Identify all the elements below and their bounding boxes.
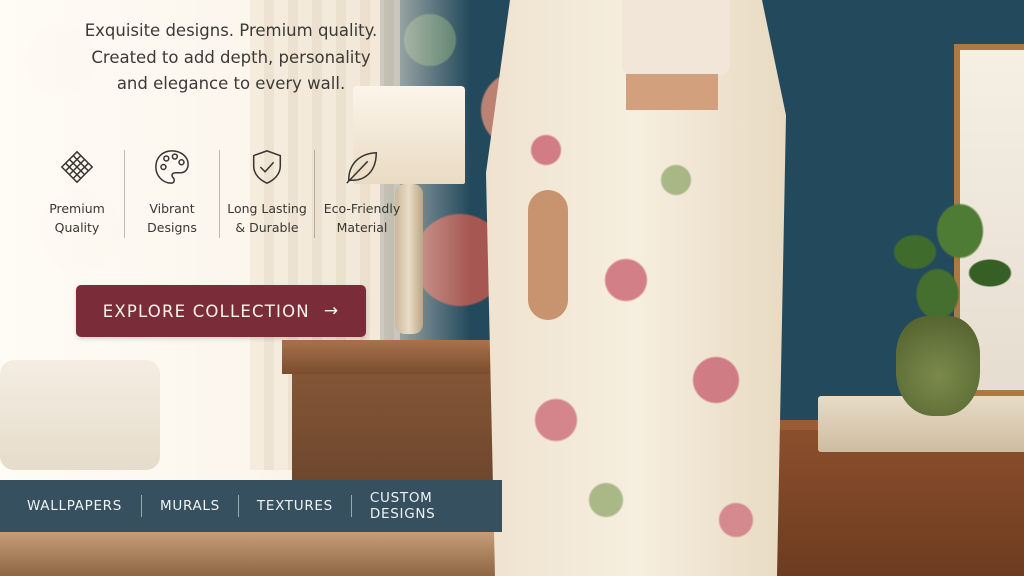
feature-vibrant-designs: Vibrant Designs [125,146,219,246]
feature-label: Eco-Friendly Material [323,201,401,235]
explore-collection-button[interactable]: EXPLORE COLLECTION → [76,285,366,337]
nav-item-murals[interactable]: MURALS [160,498,220,514]
feature-label: Long Lasting & Durable [227,201,307,235]
sofa [0,360,160,470]
model-top [622,0,730,76]
tagline-line-2: Created to add depth, personality [91,47,371,67]
feature-long-lasting: Long Lasting & Durable [220,146,314,246]
nav-divider [237,495,239,517]
nav-divider [350,495,352,517]
cta-label: EXPLORE COLLECTION [102,301,310,321]
tagline: Exquisite designs. Premium quality. Crea… [40,18,422,98]
arrow-right-icon: → [323,301,340,321]
feature-eco-friendly: Eco-Friendly Material [315,146,409,246]
floor [0,530,520,576]
feature-premium-quality: Premium Quality [30,146,124,246]
feature-label: Vibrant Designs [147,201,197,235]
tagline-line-1: Exquisite designs. Premium quality. [84,21,378,40]
glass-vase [896,316,980,416]
nav-item-textures[interactable]: TEXTURES [257,498,333,514]
nav-divider [141,495,143,517]
plant-leaves [870,196,1020,336]
tagline-line-3: and elegance to every wall. [116,74,346,93]
feature-list: Premium Quality Vibrant Designs Long Las… [30,146,409,246]
nav-item-wallpapers[interactable]: WALLPAPERS [27,498,122,514]
shield-check-icon [252,150,282,184]
palette-icon [155,150,189,184]
model-midriff [626,74,718,110]
category-nav: WALLPAPERS MURALS TEXTURES CUSTOM DESIGN… [0,480,502,532]
nav-item-custom-designs[interactable]: CUSTOM DESIGNS [370,490,502,522]
premium-quality-icon [60,150,94,184]
model-arm [528,190,568,320]
leaf-icon [346,151,378,184]
feature-label: Premium Quality [49,201,105,235]
